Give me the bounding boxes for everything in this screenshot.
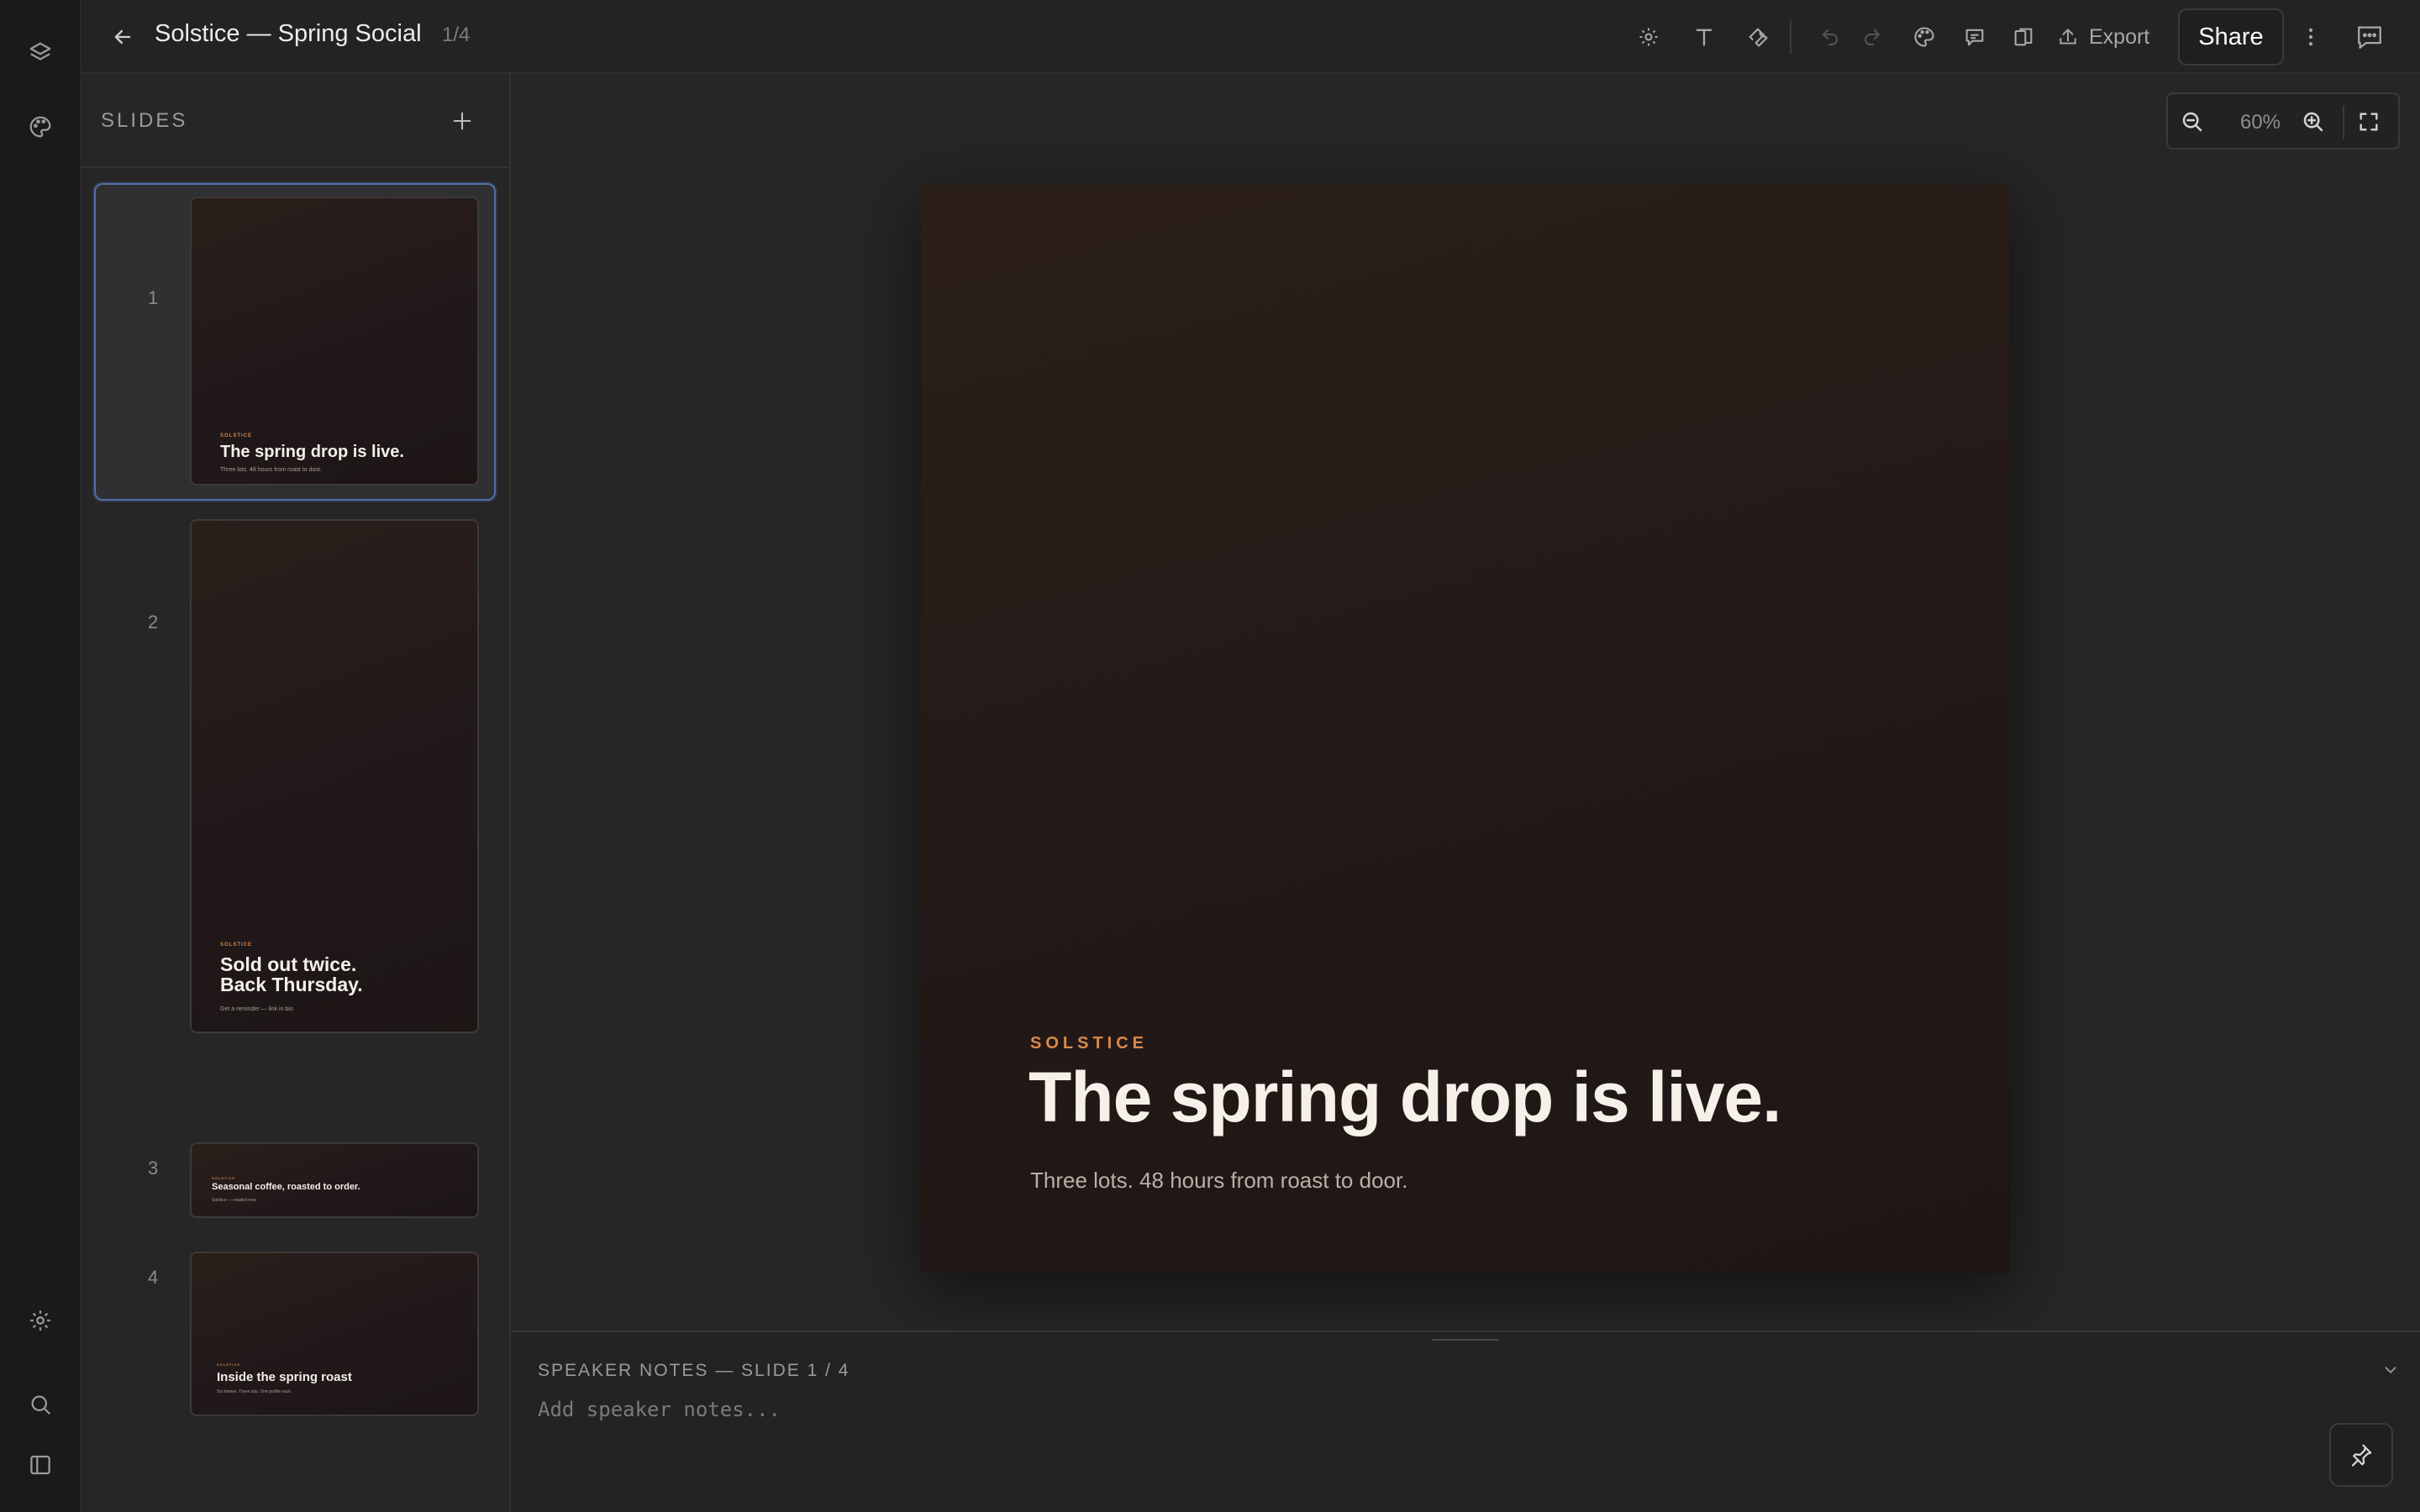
back-arrow-icon[interactable] xyxy=(108,22,138,52)
slide-subtitle[interactable]: Three lots. 48 hours from roast to door. xyxy=(1030,1168,1407,1194)
palette-icon[interactable] xyxy=(1909,22,1939,52)
slide-canvas: SOLSTICE The spring drop is live. Three … xyxy=(511,74,2420,1331)
left-rail xyxy=(0,0,81,1512)
top-toolbar: Solstice — Spring Social 1/4 Export Shar… xyxy=(81,0,2420,74)
zoom-controls: 60% xyxy=(2166,92,2400,150)
export-label: Export xyxy=(2089,24,2150,49)
upload-icon xyxy=(2057,26,2079,48)
slide-preview: SOLSTICE The spring drop is live. Three … xyxy=(190,197,479,486)
slide-headline: Inside the spring roast xyxy=(217,1370,352,1384)
wrench-icon[interactable] xyxy=(1743,22,1773,52)
undo-icon[interactable] xyxy=(1815,22,1845,52)
slide-number: 1 xyxy=(148,287,159,308)
slide-number: 4 xyxy=(148,1267,159,1288)
slide-subtitle: Get a reminder — link in bio xyxy=(220,1006,293,1012)
speaker-notes-panel: SPEAKER NOTES — SLIDE 1 / 4 xyxy=(511,1331,2420,1512)
fullscreen-icon[interactable] xyxy=(2354,108,2383,136)
zoom-out-icon[interactable] xyxy=(2178,108,2207,136)
palette-icon[interactable] xyxy=(25,112,55,142)
zoom-divider xyxy=(2343,106,2344,139)
speaker-notes-input[interactable] xyxy=(538,1391,1546,1428)
layers-icon[interactable] xyxy=(25,38,55,68)
zoom-in-icon[interactable] xyxy=(2299,108,2328,136)
slide-headline: Sold out twice. Back Thursday. xyxy=(220,953,363,996)
slide-thumbnail-3[interactable]: 3 SOLSTICE Seasonal coffee, roasted to o… xyxy=(94,1067,496,1218)
slide-number: 2 xyxy=(148,612,159,633)
slide-brand: SOLSTICE xyxy=(220,433,253,438)
text-icon[interactable] xyxy=(1689,22,1719,52)
slide-subtitle: Six frames. Three lots. One profile each… xyxy=(217,1389,292,1394)
more-icon[interactable] xyxy=(2296,22,2326,52)
document-title[interactable]: Solstice — Spring Social xyxy=(155,20,422,48)
add-slide-icon[interactable] xyxy=(445,104,479,138)
share-button[interactable]: Share xyxy=(2178,8,2284,66)
comment-icon[interactable] xyxy=(1960,22,1990,52)
slide-preview: SOLSTICE Sold out twice. Back Thursday. … xyxy=(190,519,479,1033)
slide-headline: The spring drop is live. xyxy=(220,443,404,461)
export-button[interactable]: Export xyxy=(2057,18,2149,55)
toolbar-divider xyxy=(1790,20,1791,54)
slides-panel-title: SLIDES xyxy=(101,109,188,132)
settings-icon[interactable] xyxy=(25,1305,55,1336)
slide-headline[interactable]: The spring drop is live. xyxy=(1028,1057,1781,1138)
slides-panel: SLIDES 1 SOLSTICE The spring drop is liv… xyxy=(81,74,511,1512)
slides-panel-header: SLIDES xyxy=(81,74,509,168)
slide-subtitle: Three lots. 48 hours from roast to door. xyxy=(220,467,323,473)
zoom-level: 60% xyxy=(2239,111,2281,134)
speaker-notes-title: SPEAKER NOTES — SLIDE 1 / 4 xyxy=(538,1361,850,1380)
slide-thumbnail-2[interactable]: 2 SOLSTICE Sold out twice. Back Thursday… xyxy=(94,519,496,1075)
chevron-down-icon[interactable] xyxy=(2378,1357,2403,1383)
slide-brand[interactable]: SOLSTICE xyxy=(1030,1034,1148,1053)
slide-brand: SOLSTICE xyxy=(220,942,253,948)
slide-counter: 1/4 xyxy=(442,24,471,46)
search-icon[interactable] xyxy=(25,1389,55,1420)
slide-brand: SOLSTICE xyxy=(217,1362,241,1367)
resize-handle[interactable] xyxy=(1432,1339,1499,1341)
slide-preview: SOLSTICE Inside the spring roast Six fra… xyxy=(190,1252,479,1416)
chat-icon[interactable] xyxy=(2353,20,2386,54)
slide-thumbnail-1[interactable]: 1 SOLSTICE The spring drop is live. Thre… xyxy=(94,183,496,501)
sidebar-toggle-icon[interactable] xyxy=(25,1450,55,1480)
layout-icon[interactable] xyxy=(2008,22,2039,52)
settings-icon[interactable] xyxy=(1634,22,1664,52)
current-slide[interactable]: SOLSTICE The spring drop is live. Three … xyxy=(921,185,2010,1273)
slide-thumbnail-4[interactable]: 4 SOLSTICE Inside the spring roast Six f… xyxy=(94,1174,496,1416)
redo-icon[interactable] xyxy=(1857,22,1887,52)
pin-icon[interactable] xyxy=(2329,1423,2393,1487)
